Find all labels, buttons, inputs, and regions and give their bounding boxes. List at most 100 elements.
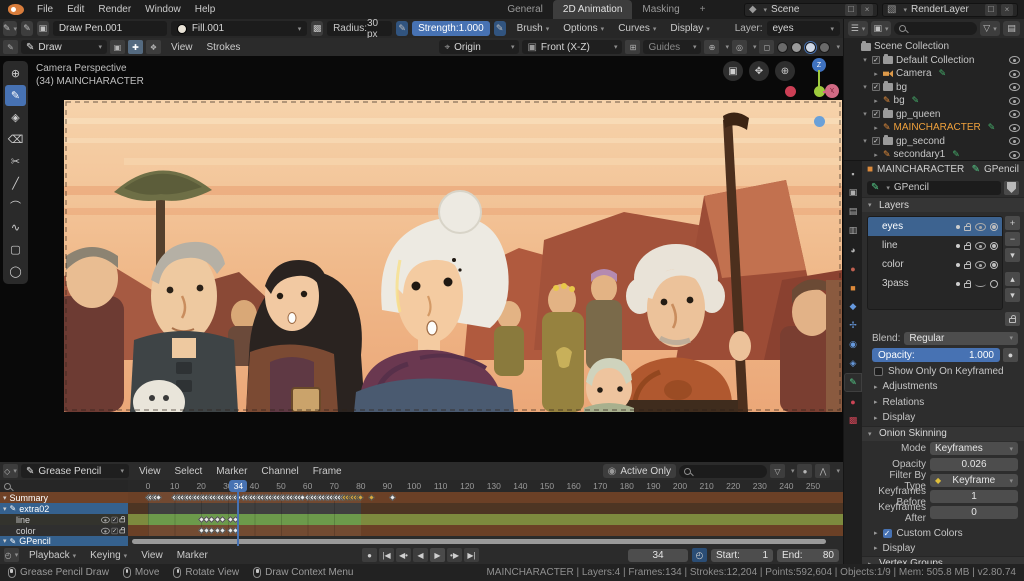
outliner-item-label[interactable]: Default Collection [896, 55, 974, 66]
active-only-toggle[interactable]: ◉ Active Only [602, 464, 676, 478]
channel-extra02[interactable]: ▾ ✎ extra02 [0, 503, 128, 514]
circle-tool-button[interactable]: ◯ [5, 261, 26, 282]
line-tool-button[interactable]: ╱ [5, 173, 26, 194]
proportional-edit-icon[interactable]: ◎ [731, 40, 747, 54]
tool-menu-options[interactable]: Options ▾ [556, 23, 611, 34]
radius-pressure-button[interactable]: ✎ [396, 21, 409, 36]
next-keyframe-button[interactable]: •▶ [447, 548, 462, 562]
strength-slider[interactable]: Strength: 1.000 [412, 21, 490, 36]
expand-icon[interactable]: ▸ [872, 70, 880, 78]
outliner-row-maincharacter[interactable]: ▸ ✎ MAINCHARACTER ✎ [844, 121, 1024, 135]
tool-menu-brush[interactable]: Brush ▾ [510, 23, 557, 34]
eye-icon[interactable] [1009, 56, 1020, 65]
viewport-menu-view[interactable]: View [164, 42, 200, 53]
draw-on-back-toggle-icon[interactable]: ✚ [128, 40, 143, 54]
texture-tab[interactable]: ▩ [845, 412, 861, 429]
channel-label[interactable]: Summary [10, 493, 49, 503]
collection-checkbox[interactable]: ✓ [872, 56, 880, 65]
fake-user-shield-button[interactable] [1004, 180, 1019, 195]
dopesheet-menu-marker[interactable]: Marker [209, 466, 254, 477]
playhead-frame-pill[interactable]: 34 [229, 480, 248, 492]
object-tab[interactable]: ■ [845, 279, 861, 296]
lock-icon[interactable] [119, 526, 125, 533]
pan-hand-icon[interactable]: ✥ [749, 61, 769, 81]
menu-render[interactable]: Render [91, 4, 138, 15]
onion-opacity-field[interactable]: 0.026 [930, 458, 1018, 471]
move-layer-up-button[interactable]: ▴ [1005, 272, 1020, 286]
outliner-item-label[interactable]: bg [894, 95, 905, 106]
breadcrumb-object[interactable]: MAINCHARACTER [877, 164, 964, 175]
onion-skin-icon[interactable] [990, 222, 998, 231]
strength-pressure-button[interactable]: ✎ [493, 21, 506, 36]
additive-drawing-toggle-icon[interactable]: ❖ [146, 40, 161, 54]
blender-logo-icon[interactable] [8, 4, 24, 15]
3d-viewport[interactable]: Camera Perspective (34) MAINCHARACTER ⊕ ✎… [0, 56, 843, 462]
guides-toggle-icon[interactable]: ⊞ [625, 40, 641, 54]
layer-row-eyes[interactable]: eyes [868, 217, 1002, 236]
collapse-icon[interactable]: ▾ [3, 505, 7, 513]
eye-icon[interactable] [1009, 123, 1020, 132]
material-tab[interactable]: ● [845, 393, 861, 410]
erase-tool-button[interactable]: ⌫ [5, 129, 26, 150]
mask-dot-icon[interactable] [956, 243, 960, 248]
eye-icon[interactable] [101, 516, 110, 523]
lock-icon[interactable] [964, 241, 971, 250]
use-preview-range-button[interactable]: ◴ [692, 548, 707, 562]
lock-icon[interactable] [964, 279, 971, 288]
horizontal-scrollbar[interactable] [132, 539, 826, 544]
collapse-icon[interactable]: ▾ [861, 56, 869, 64]
material-selector[interactable]: Fill.001 ▾ [170, 21, 308, 36]
funnel-filter-dropdown[interactable]: ▽ ▾ [980, 21, 1000, 36]
outliner-row-bg[interactable]: ▾ ✓ bg [844, 81, 1024, 95]
gizmo-z-neg[interactable] [814, 116, 825, 127]
collapse-icon[interactable]: ▾ [861, 110, 869, 118]
blend-dropdown[interactable]: Regular ▾ [904, 331, 1018, 345]
keyframes-before-field[interactable]: 1 [930, 490, 1018, 503]
eye-icon[interactable] [1009, 96, 1020, 105]
layer-row-3pass[interactable]: 3pass [868, 274, 1002, 293]
jump-start-button[interactable]: |◀ [379, 548, 394, 562]
physics-tab[interactable]: ◉ [845, 336, 861, 353]
gizmo-x-neg[interactable] [785, 86, 796, 97]
close-layer-button[interactable]: × [1001, 3, 1013, 16]
timeline-editor-icon[interactable]: ◴ ▾ [4, 548, 19, 562]
mask-dot-icon[interactable] [956, 262, 960, 267]
eye-icon[interactable] [1009, 150, 1020, 159]
keyframe-row-extra02[interactable] [128, 503, 843, 514]
outliner-item-label[interactable]: secondary1 [894, 149, 946, 160]
collapse-icon[interactable]: ▾ [861, 83, 869, 91]
constraints-tab[interactable]: ◈ [845, 355, 861, 372]
menu-file[interactable]: File [30, 4, 60, 15]
record-button[interactable]: ● [362, 548, 377, 562]
channel-label[interactable]: extra02 [19, 504, 49, 514]
box-tool-button[interactable]: ▢ [5, 239, 26, 260]
outliner-item-label[interactable]: bg [896, 82, 907, 93]
playhead[interactable] [237, 492, 240, 546]
guides-dropdown[interactable]: Guides ▾ [643, 40, 702, 54]
panel-header-display[interactable]: ▸ Display [862, 410, 1024, 426]
cutter-tool-button[interactable]: ✂ [5, 151, 26, 172]
modifiers-tab[interactable]: ◆ [845, 298, 861, 315]
screen-placement-icon[interactable]: ▩ [311, 21, 324, 36]
panel-header-adjustments[interactable]: ▸ Adjustments [862, 379, 1024, 395]
shading-wireframe-button[interactable] [777, 41, 789, 53]
menu-help[interactable]: Help [188, 4, 223, 15]
panel-header-relations[interactable]: ▸ Relations [862, 395, 1024, 411]
camera-view-icon[interactable]: ▣ [723, 61, 743, 81]
outliner-search-input[interactable] [894, 22, 977, 35]
channel-gpencil[interactable]: ▾ ✎ GPencil [0, 536, 128, 546]
expand-icon[interactable]: ▸ [872, 151, 880, 159]
channel-summary[interactable]: ▾ Summary [0, 492, 128, 503]
layer-specials-dropdown[interactable]: ▾ [1005, 248, 1020, 262]
eye-icon[interactable] [1009, 69, 1020, 78]
dopesheet-menu-channel[interactable]: Channel [254, 466, 305, 477]
menu-edit[interactable]: Edit [60, 4, 91, 15]
radius-slider[interactable]: Radius: 30 px [327, 18, 393, 40]
onion-skin-icon[interactable] [990, 279, 998, 288]
expand-icon[interactable]: ▸ [872, 124, 880, 132]
dopesheet-search-input[interactable] [678, 464, 767, 478]
outliner-display-mode-dropdown[interactable]: ☰ ▾ [848, 21, 868, 36]
workspace-tab-general[interactable]: General [497, 0, 553, 19]
frame-start-field[interactable]: Start: 1 [711, 548, 773, 562]
editor-type-icon[interactable]: ✎ [3, 40, 18, 54]
